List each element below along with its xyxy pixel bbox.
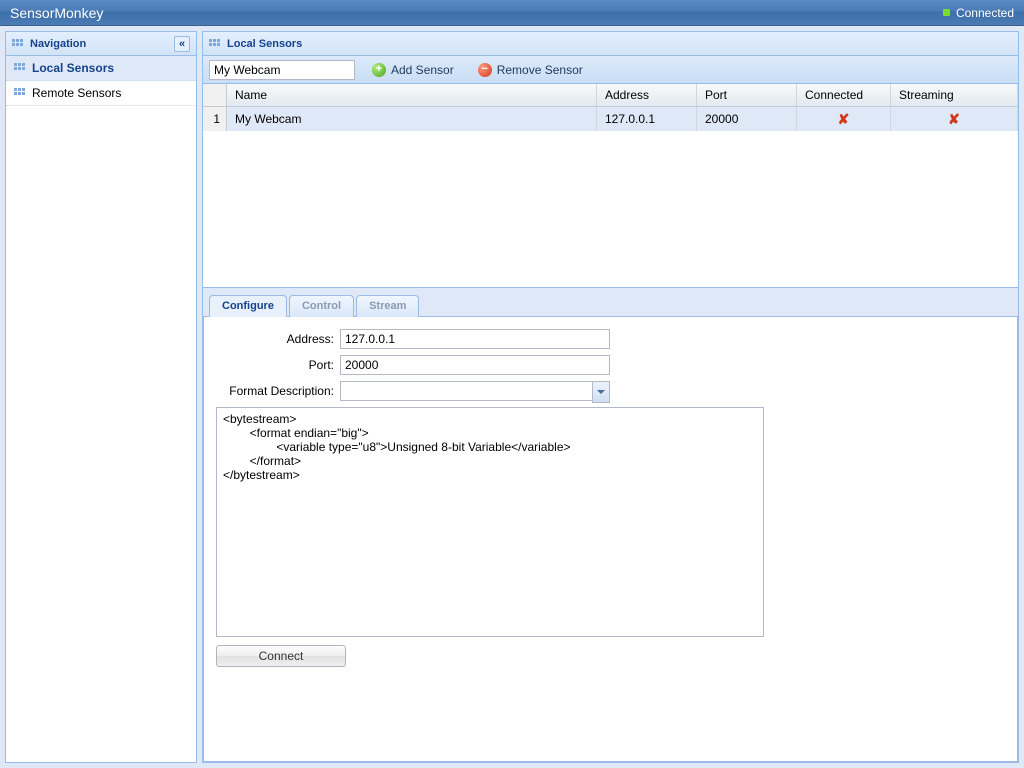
row-address: 127.0.0.1 bbox=[597, 107, 697, 131]
port-row: Port: bbox=[216, 355, 1005, 375]
minus-icon: − bbox=[478, 63, 492, 77]
panel-title: Local Sensors bbox=[227, 38, 302, 50]
port-label: Port: bbox=[216, 358, 340, 372]
nav-item-local-sensors[interactable]: Local Sensors bbox=[6, 56, 196, 81]
row-connected: ✘ bbox=[797, 107, 891, 131]
navigation-header: Navigation « bbox=[6, 32, 196, 56]
grid-col-address[interactable]: Address bbox=[597, 84, 697, 106]
plus-icon: + bbox=[372, 63, 386, 77]
grid-col-connected[interactable]: Connected bbox=[797, 84, 891, 106]
format-label: Format Description: bbox=[216, 384, 340, 398]
status-led-icon bbox=[943, 9, 950, 16]
collapse-sidebar-button[interactable]: « bbox=[174, 36, 190, 52]
remove-sensor-label: Remove Sensor bbox=[497, 63, 583, 77]
table-row[interactable]: 1 My Webcam 127.0.0.1 20000 ✘ ✘ bbox=[203, 107, 1018, 131]
x-icon: ✘ bbox=[838, 111, 850, 128]
format-row: Format Description: bbox=[216, 381, 1005, 401]
row-streaming: ✘ bbox=[891, 107, 1018, 131]
format-input[interactable] bbox=[340, 381, 610, 401]
bytestream-textarea[interactable] bbox=[216, 407, 764, 637]
format-combo bbox=[340, 381, 610, 401]
local-sensors-panel: Local Sensors + Add Sensor − Remove Sens… bbox=[202, 31, 1019, 763]
add-sensor-button[interactable]: + Add Sensor bbox=[365, 60, 461, 80]
tab-stream[interactable]: Stream bbox=[356, 295, 419, 317]
row-index: 1 bbox=[203, 107, 227, 131]
chevron-down-icon[interactable] bbox=[592, 381, 610, 403]
port-input[interactable] bbox=[340, 355, 610, 375]
navigation-title: Navigation bbox=[30, 38, 86, 50]
grid-col-streaming[interactable]: Streaming bbox=[891, 84, 1018, 106]
tab-configure[interactable]: Configure bbox=[209, 295, 287, 317]
grid-body: 1 My Webcam 127.0.0.1 20000 ✘ ✘ bbox=[203, 107, 1018, 287]
grid-col-name[interactable]: Name bbox=[227, 84, 597, 106]
details-tabs: Configure Control Stream bbox=[203, 294, 1018, 317]
nav-item-label: Remote Sensors bbox=[32, 86, 121, 100]
row-port: 20000 bbox=[697, 107, 797, 131]
grid-icon bbox=[14, 63, 26, 73]
local-sensors-header: Local Sensors bbox=[203, 32, 1018, 56]
connect-button[interactable]: Connect bbox=[216, 645, 346, 667]
add-sensor-label: Add Sensor bbox=[391, 63, 454, 77]
tab-control[interactable]: Control bbox=[289, 295, 354, 317]
app-topbar: SensorMonkey Connected bbox=[0, 0, 1024, 26]
nav-item-remote-sensors[interactable]: Remote Sensors bbox=[6, 81, 196, 106]
grid-icon bbox=[209, 39, 221, 49]
x-icon: ✘ bbox=[948, 111, 960, 128]
configure-pane: Address: Port: Format Description: Conne… bbox=[203, 317, 1018, 762]
sensors-toolbar: + Add Sensor − Remove Sensor bbox=[203, 56, 1018, 84]
address-label: Address: bbox=[216, 332, 340, 346]
sensor-name-input[interactable] bbox=[209, 60, 355, 80]
navigation-list: Local Sensors Remote Sensors bbox=[6, 56, 196, 762]
nav-item-label: Local Sensors bbox=[32, 61, 114, 75]
remove-sensor-button[interactable]: − Remove Sensor bbox=[471, 60, 590, 80]
grid-header-row: Name Address Port Connected Streaming bbox=[203, 84, 1018, 107]
grid-col-port[interactable]: Port bbox=[697, 84, 797, 106]
status-text: Connected bbox=[956, 6, 1014, 20]
details-area: Configure Control Stream Address: Port: … bbox=[203, 288, 1018, 762]
address-input[interactable] bbox=[340, 329, 610, 349]
sensors-grid: Name Address Port Connected Streaming 1 … bbox=[203, 84, 1018, 288]
app-title: SensorMonkey bbox=[10, 5, 103, 21]
grid-col-rownum[interactable] bbox=[203, 84, 227, 106]
grid-icon bbox=[14, 88, 26, 98]
address-row: Address: bbox=[216, 329, 1005, 349]
grid-icon bbox=[12, 39, 24, 49]
row-name: My Webcam bbox=[227, 107, 597, 131]
navigation-panel: Navigation « Local Sensors Remote Sensor… bbox=[5, 31, 197, 763]
connection-status: Connected bbox=[943, 6, 1014, 20]
